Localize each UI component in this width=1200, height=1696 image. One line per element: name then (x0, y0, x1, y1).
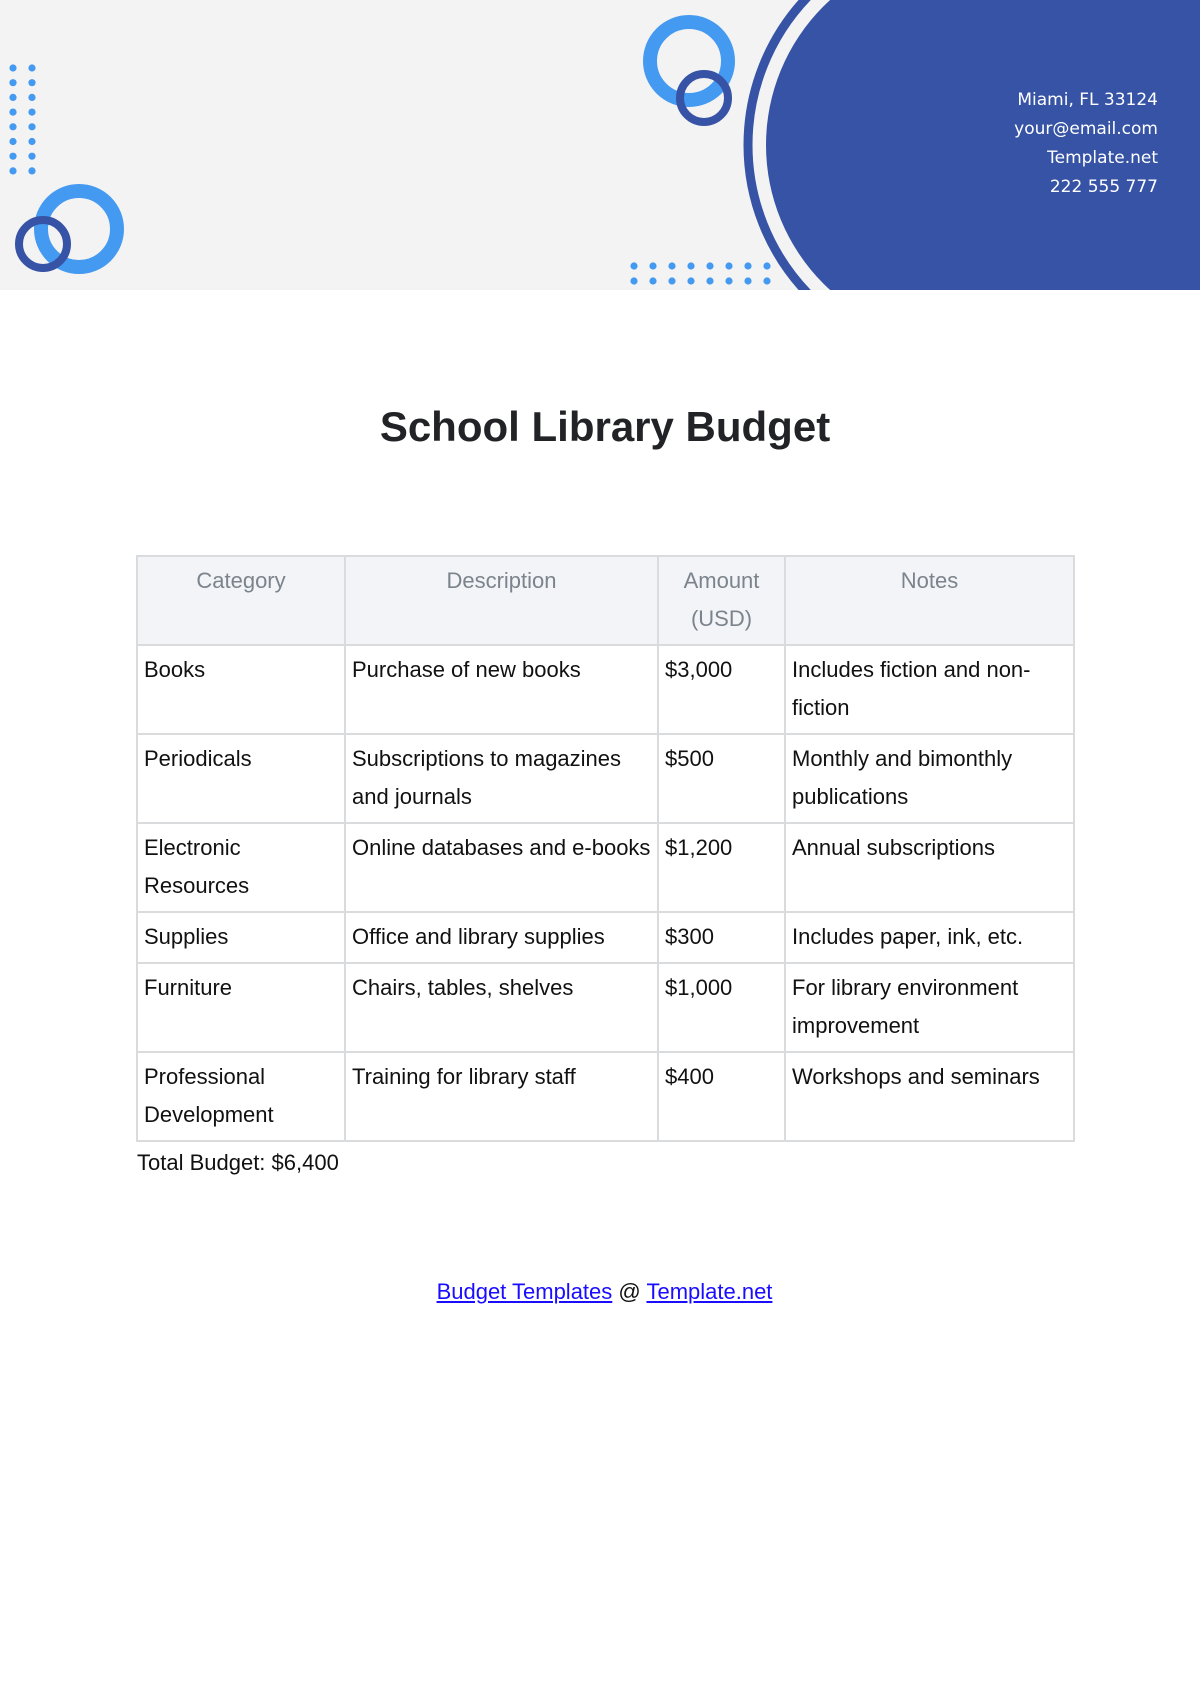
cell-notes: Annual subscriptions (784, 822, 1075, 913)
dot (630, 262, 638, 270)
dot (9, 123, 17, 131)
cell-amount: $1,200 (657, 822, 786, 913)
cell-description: Chairs, tables, shelves (344, 962, 659, 1053)
budget-templates-link[interactable]: Budget Templates (437, 1279, 613, 1304)
budget-table: Category Description Amount (USD) Notes … (136, 555, 1075, 1142)
dot (763, 262, 771, 270)
total-budget: Total Budget: $6,400 (137, 1150, 339, 1175)
contact-email: your@email.com (1014, 119, 1158, 139)
dot (725, 277, 733, 285)
footer-separator: @ (612, 1279, 647, 1304)
dot (28, 137, 36, 146)
table-row: Electronic Resources Online databases an… (136, 822, 1075, 913)
dot (9, 64, 17, 72)
cell-category: Electronic Resources (136, 822, 346, 913)
dot (744, 277, 752, 285)
dot (687, 262, 695, 270)
table-row: Professional Development Training for li… (136, 1051, 1075, 1142)
table-header-row: Category Description Amount (USD) Notes (136, 555, 1075, 646)
left-dot-grid (9, 64, 36, 175)
dot (9, 152, 17, 160)
dot (28, 79, 36, 87)
cell-amount: $1,000 (657, 962, 786, 1053)
cell-description: Training for library staff (344, 1051, 659, 1142)
cell-category: Furniture (136, 962, 346, 1053)
dot (725, 262, 733, 270)
cell-category: Professional Development (136, 1051, 346, 1142)
cell-description: Subscriptions to magazines and journals (344, 733, 659, 824)
dot (28, 108, 36, 116)
header-description: Description (344, 555, 659, 646)
cell-category: Books (136, 644, 346, 735)
top-light-ring (643, 15, 735, 107)
dot (28, 167, 36, 175)
dot (28, 123, 36, 131)
dot (668, 277, 676, 285)
cell-amount: $400 (657, 1051, 786, 1142)
cell-notes: Includes paper, ink, etc. (784, 911, 1075, 964)
header-amount: Amount (USD) (657, 555, 786, 646)
dot (9, 93, 17, 101)
bottom-dot-grid (630, 262, 771, 285)
contact-address: Miami, FL 33124 (1017, 90, 1158, 110)
dot (28, 152, 36, 160)
dot (9, 79, 17, 87)
footer: Budget Templates @ Template.net (0, 1277, 1200, 1307)
table-row: Periodicals Subscriptions to magazines a… (136, 733, 1075, 824)
header-notes: Notes (784, 555, 1075, 646)
cell-notes: Monthly and bimonthly publications (784, 733, 1075, 824)
page-title: School Library Budget (379, 403, 831, 450)
table-row: Books Purchase of new books $3,000 Inclu… (136, 644, 1075, 735)
dot (744, 262, 752, 270)
dot (9, 137, 17, 146)
dot (28, 93, 36, 101)
contact-block: Miami, FL 33124 your@email.com Template.… (1014, 86, 1158, 202)
contact-website: Template.net (1047, 148, 1158, 168)
dot (28, 64, 36, 72)
dot (649, 262, 657, 270)
cell-category: Periodicals (136, 733, 346, 824)
dot (630, 277, 638, 285)
dot (706, 262, 714, 270)
cell-notes: For library environment improvement (784, 962, 1075, 1053)
dot (687, 277, 695, 285)
cell-notes: Includes fiction and non-fiction (784, 644, 1075, 735)
cell-notes: Workshops and seminars (784, 1051, 1075, 1142)
dot (763, 277, 771, 285)
cell-category: Supplies (136, 911, 346, 964)
cell-description: Online databases and e-books (344, 822, 659, 913)
dot (9, 108, 17, 116)
dot (9, 167, 17, 175)
dot (706, 277, 714, 285)
dot (649, 277, 657, 285)
cell-amount: $500 (657, 733, 786, 824)
table-row: Supplies Office and library supplies $30… (136, 911, 1075, 964)
cell-description: Office and library supplies (344, 911, 659, 964)
cell-amount: $3,000 (657, 644, 786, 735)
left-light-ring (34, 184, 124, 274)
table-row: Furniture Chairs, tables, shelves $1,000… (136, 962, 1075, 1053)
header-category: Category (136, 555, 346, 646)
header-band: Miami, FL 33124 your@email.com Template.… (0, 0, 1200, 290)
dot (668, 262, 676, 270)
cell-description: Purchase of new books (344, 644, 659, 735)
template-net-link[interactable]: Template.net (646, 1279, 772, 1304)
contact-phone: 222 555 777 (1049, 177, 1158, 197)
cell-amount: $300 (657, 911, 786, 964)
